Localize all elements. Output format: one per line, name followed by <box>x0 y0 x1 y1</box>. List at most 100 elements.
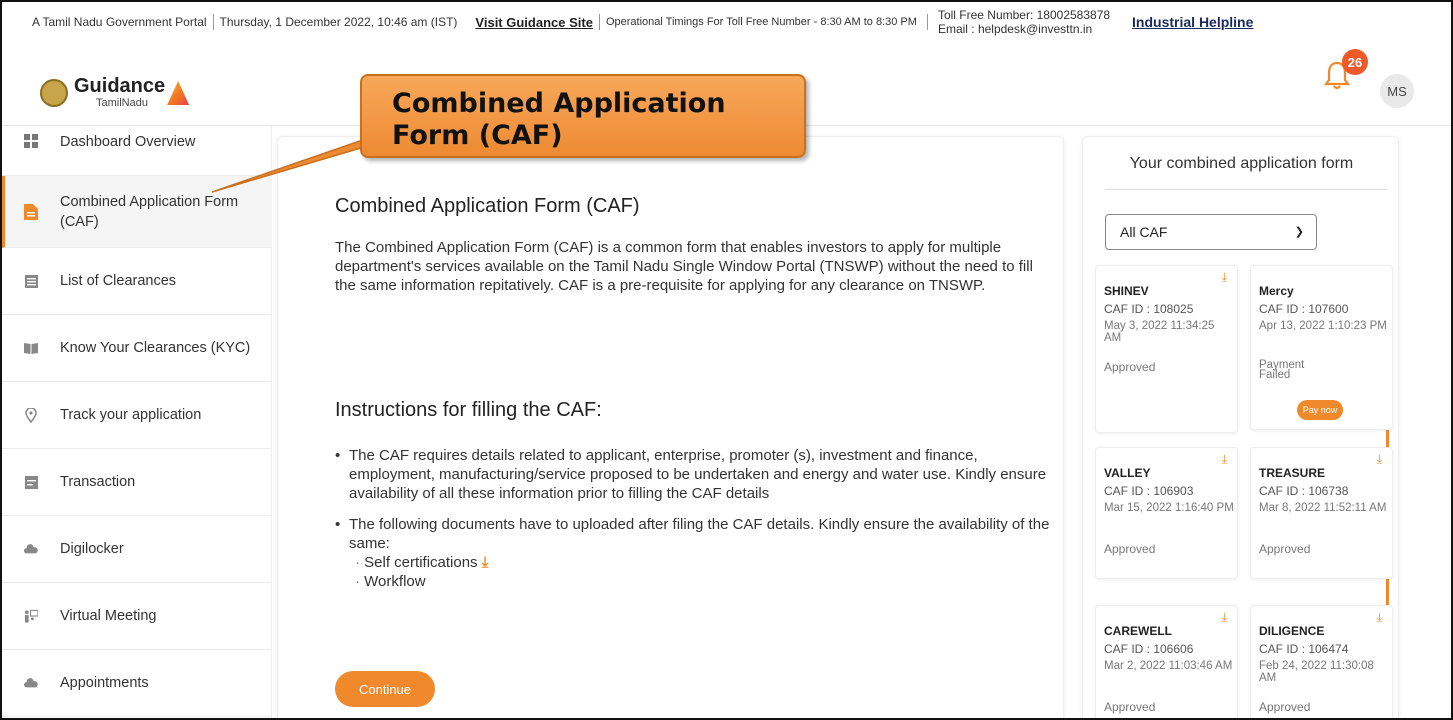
sidebar-item-track[interactable]: Track your application <box>2 382 272 449</box>
document-item: Self certifications ⤓ <box>355 553 1065 572</box>
filter-selected-value: All CAF <box>1120 224 1168 240</box>
download-icon[interactable]: ⤓ <box>1377 452 1382 467</box>
notification-badge: 26 <box>1342 49 1368 75</box>
divider <box>926 14 928 30</box>
panel-title: Your combined application form <box>1129 155 1354 172</box>
caf-card[interactable]: ⤓ CAREWELL CAF ID : 106606 Mar 2, 2022 1… <box>1095 605 1238 718</box>
list-item: The CAF requires details related to appl… <box>335 446 1065 503</box>
caf-status: Approved <box>1259 542 1311 556</box>
sidebar-item-clearances[interactable]: List of Clearances <box>2 248 272 315</box>
caf-date: Feb 24, 2022 11:30:08 AM <box>1259 660 1374 684</box>
tn-emblem-icon <box>40 79 68 107</box>
download-icon[interactable]: ⤓ <box>1222 270 1227 285</box>
list-item: The following documents have to uploaded… <box>335 515 1065 591</box>
meeting-icon <box>24 609 38 623</box>
sidebar-item-digilocker[interactable]: Digilocker <box>2 516 272 583</box>
caf-card[interactable]: ⤓ VALLEY CAF ID : 106903 Mar 15, 2022 1:… <box>1095 447 1238 579</box>
helpdesk-email: Email : helpdesk@investtn.in <box>937 22 1093 36</box>
document-item: Workflow <box>355 572 1065 591</box>
caf-id: CAF ID : 108025 <box>1104 302 1194 316</box>
caf-date: Apr 13, 2022 1:10:23 PM <box>1259 320 1387 332</box>
caf-name: VALLEY <box>1104 466 1151 480</box>
cloud-icon <box>24 676 38 690</box>
caf-card[interactable]: ⤓ DILIGENCE CAF ID : 106474 Feb 24, 2022… <box>1250 605 1393 718</box>
divider <box>598 14 600 30</box>
brand-name: Guidance <box>74 75 166 97</box>
caf-status: Approved <box>1259 700 1311 714</box>
sidebar: Dashboard Overview Combined Application … <box>2 126 272 718</box>
caf-callout: Combined Application Form (CAF) <box>360 74 806 158</box>
sidebar-item-label: Know Your Clearances (KYC) <box>60 340 251 356</box>
flame-logo-icon <box>167 81 190 105</box>
avatar[interactable]: MS <box>1380 74 1414 108</box>
sidebar-item-label: Appointments <box>60 675 149 691</box>
caf-name: CAREWELL <box>1104 624 1172 638</box>
download-icon[interactable]: ⤓ <box>1222 452 1227 467</box>
book-icon <box>24 341 38 355</box>
document-icon <box>24 203 38 220</box>
caf-date: Mar 15, 2022 1:16:40 PM <box>1104 502 1234 514</box>
grid-icon <box>24 134 38 148</box>
sidebar-item-label: Transaction <box>60 474 136 490</box>
tollfree-number: Toll Free Number: 18002583878 <box>937 8 1111 22</box>
sidebar-item-kyc[interactable]: Know Your Clearances (KYC) <box>2 315 272 382</box>
sidebar-item-label: Dashboard Overview <box>60 134 196 150</box>
sidebar-item-label: List of Clearances <box>60 273 177 289</box>
caf-date: Mar 8, 2022 11:52:11 AM <box>1259 502 1387 514</box>
sidebar-item-label: Digilocker <box>60 541 124 557</box>
date-time: Thursday, 1 December 2022, 10:46 am (IST… <box>219 15 458 29</box>
documents-list: Self certifications ⤓ Workflow <box>349 553 1065 591</box>
caf-status: Approved <box>1104 360 1156 374</box>
caf-name: TREASURE <box>1259 466 1326 480</box>
caf-info-card: Combined Application Form (CAF) The Comb… <box>277 136 1065 718</box>
instruction-text: The CAF requires details related to appl… <box>349 447 1047 502</box>
divider <box>212 14 214 30</box>
caf-date: Mar 2, 2022 11:03:46 AM <box>1104 660 1233 672</box>
brand-text: Guidance TamilNadu <box>74 75 166 109</box>
instruction-text: The following documents have to uploaded… <box>349 516 1050 552</box>
sidebar-item-virtual-meeting[interactable]: Virtual Meeting <box>2 583 272 650</box>
caf-id: CAF ID : 106903 <box>1104 484 1194 498</box>
caf-id: CAF ID : 106474 <box>1259 642 1349 656</box>
caf-description: The Combined Application Form (CAF) is a… <box>335 239 1033 294</box>
download-icon[interactable]: ⤓ <box>1377 610 1382 625</box>
caf-name: DILIGENCE <box>1259 624 1325 638</box>
industrial-helpline-link[interactable]: Industrial Helpline <box>1132 14 1253 30</box>
instructions-list: The CAF requires details related to appl… <box>335 446 1065 603</box>
chevron-down-icon: ❯ <box>1294 226 1304 238</box>
contact-info: Toll Free Number: 18002583878 Email : he… <box>938 8 1110 36</box>
caf-status: Approved <box>1104 542 1156 556</box>
guidance-logo[interactable]: Guidance TamilNadu <box>40 75 190 109</box>
caf-status: Approved <box>1104 700 1156 714</box>
download-icon[interactable]: ⤓ <box>482 554 489 571</box>
location-icon <box>24 407 38 423</box>
guidance-site-link[interactable]: Visit Guidance Site <box>475 15 593 30</box>
download-icon[interactable]: ⤓ <box>1222 610 1227 625</box>
sidebar-item-appointments[interactable]: Appointments <box>2 650 272 717</box>
top-info-bar: A Tamil Nadu Government Portal Thursday,… <box>2 2 1451 42</box>
caf-id: CAF ID : 106738 <box>1259 484 1349 498</box>
caf-card[interactable]: ⤓ SHINEV CAF ID : 108025 May 3, 2022 11:… <box>1095 265 1238 433</box>
divider <box>1105 189 1387 190</box>
brand-sub: TamilNadu <box>96 97 148 109</box>
operational-timings: Operational Timings For Toll Free Number… <box>605 16 917 28</box>
sidebar-item-label: Track your application <box>60 407 202 423</box>
caf-filter-select[interactable]: All CAF ❯ <box>1105 214 1317 250</box>
caf-status: Payment Failed <box>1259 359 1305 381</box>
cloud-icon <box>24 542 38 556</box>
caf-id: CAF ID : 106606 <box>1104 642 1194 656</box>
list-icon <box>24 274 38 288</box>
sidebar-item-transaction[interactable]: Transaction <box>2 449 272 516</box>
caf-name: Mercy <box>1259 284 1294 298</box>
caf-card[interactable]: ⤓ TREASURE CAF ID : 106738 Mar 8, 2022 1… <box>1250 447 1393 579</box>
document-label: Workflow <box>364 573 426 590</box>
sidebar-item-label: Virtual Meeting <box>60 608 157 624</box>
document-label: Self certifications <box>364 554 478 571</box>
caf-card[interactable]: Mercy CAF ID : 107600 Apr 13, 2022 1:10:… <box>1250 265 1393 430</box>
pay-now-button[interactable]: Pay now <box>1297 400 1343 420</box>
your-caf-panel: Your combined application form All CAF ❯… <box>1082 136 1399 718</box>
portal-label: A Tamil Nadu Government Portal <box>32 15 207 29</box>
caf-name: SHINEV <box>1104 284 1149 298</box>
page-frame: A Tamil Nadu Government Portal Thursday,… <box>0 0 1453 720</box>
continue-button[interactable]: Continue <box>335 671 435 707</box>
